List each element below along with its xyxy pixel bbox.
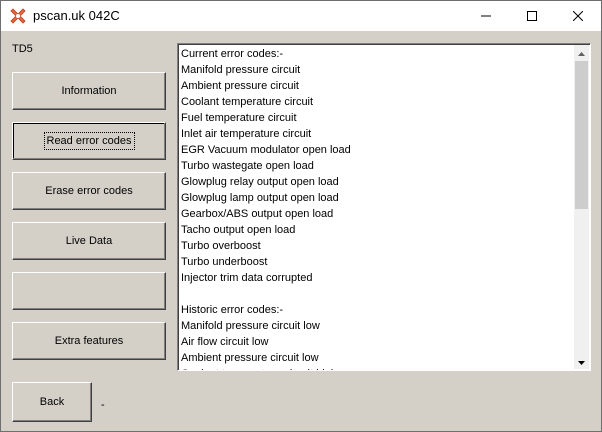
close-button[interactable]	[555, 1, 601, 31]
list-item[interactable]: Turbo wastegate open load	[181, 158, 573, 174]
list-item[interactable]: Fuel temperature circuit	[181, 110, 573, 126]
live-data-button-label: Live Data	[65, 235, 113, 247]
information-button[interactable]: Information	[12, 72, 166, 110]
extra-features-button-label: Extra features	[54, 335, 124, 347]
erase-error-codes-button-label: Erase error codes	[45, 185, 133, 197]
ecu-label: TD5	[12, 43, 33, 55]
scroll-up-button[interactable]	[574, 45, 589, 60]
list-item[interactable]: Tacho output open load	[181, 222, 573, 238]
live-data-button[interactable]: Live Data	[12, 222, 166, 260]
error-codes-list: Current error codes:- Manifold pressure c…	[181, 46, 573, 370]
list-item[interactable]: Ambient pressure circuit low	[181, 350, 573, 366]
close-icon	[573, 11, 583, 21]
list-item[interactable]: Manifold pressure circuit	[181, 62, 573, 78]
list-item[interactable]: Inlet air temperature circuit	[181, 126, 573, 142]
list-item[interactable]: Turbo overboost	[181, 238, 573, 254]
erase-error-codes-button[interactable]: Erase error codes	[12, 172, 166, 210]
list-item[interactable]: Manifold pressure circuit low	[181, 318, 573, 334]
back-button-label: Back	[39, 396, 65, 408]
list-item[interactable]: Air flow circuit low	[181, 334, 573, 350]
back-button[interactable]: Back	[12, 382, 92, 422]
list-item[interactable]	[181, 286, 573, 302]
scroll-up-icon	[578, 47, 585, 59]
maximize-icon	[527, 11, 537, 21]
list-item[interactable]: Turbo underboost	[181, 254, 573, 270]
scroll-down-button[interactable]	[574, 354, 589, 369]
information-button-label: Information	[61, 85, 117, 97]
error-codes-listbox[interactable]: Current error codes:- Manifold pressure c…	[177, 43, 591, 371]
list-item[interactable]: Gearbox/ABS output open load	[181, 206, 573, 222]
list-item[interactable]: Injector trim data corrupted	[181, 270, 573, 286]
blank-button[interactable]	[12, 272, 166, 310]
list-item[interactable]: Current error codes:-	[181, 46, 573, 62]
extra-features-button[interactable]: Extra features	[12, 322, 166, 360]
title-bar[interactable]: pscan.uk 042C	[1, 1, 601, 31]
scroll-down-icon	[578, 356, 585, 368]
list-item[interactable]: Ambient pressure circuit	[181, 78, 573, 94]
list-item[interactable]: Coolant temperature circuit high	[181, 366, 573, 370]
list-item[interactable]: EGR Vacuum modulator open load	[181, 142, 573, 158]
maximize-button[interactable]	[509, 1, 555, 31]
list-item[interactable]: Coolant temperature circuit	[181, 94, 573, 110]
minimize-button[interactable]	[463, 1, 509, 31]
app-window: pscan.uk 042C TD5 Information Read error…	[0, 0, 602, 432]
app-icon	[10, 8, 26, 24]
minimize-icon	[481, 11, 491, 21]
vertical-scrollbar[interactable]	[574, 45, 589, 369]
list-item[interactable]: Glowplug relay output open load	[181, 174, 573, 190]
scroll-thumb[interactable]	[575, 61, 588, 209]
read-error-codes-button[interactable]: Read error codes	[12, 122, 166, 160]
list-item[interactable]: Glowplug lamp output open load	[181, 190, 573, 206]
list-item[interactable]: Historic error codes:-	[181, 302, 573, 318]
read-error-codes-button-label: Read error codes	[43, 132, 135, 150]
window-title: pscan.uk 042C	[33, 8, 120, 23]
status-text: -	[101, 399, 105, 411]
